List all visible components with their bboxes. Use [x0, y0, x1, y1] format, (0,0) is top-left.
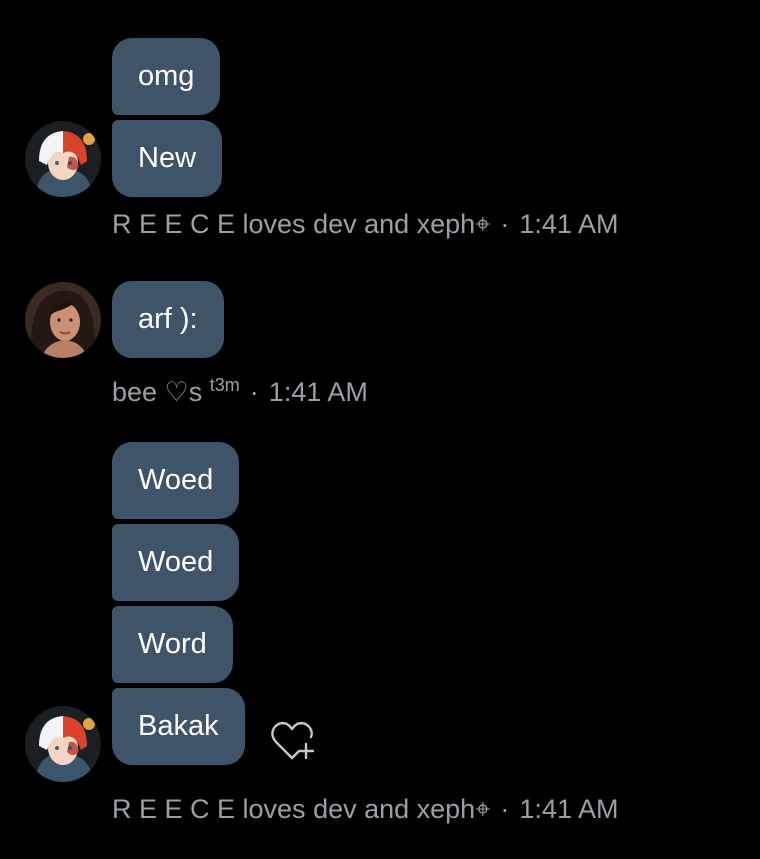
message-bubble[interactable]: Word [112, 606, 233, 683]
message-meta: R E E C E loves dev and xeph⌖ · 1:41 AM [112, 793, 618, 825]
timestamp: 1:41 AM [519, 794, 619, 824]
message-meta: bee ♡s t3m · 1:41 AM [112, 369, 368, 408]
sender-avatar-reece[interactable] [25, 706, 101, 782]
sender-tag: t3m [209, 375, 240, 395]
message-bubble[interactable]: New [112, 120, 223, 197]
heart-plus-icon [271, 721, 315, 760]
message-bubble[interactable]: Woed [112, 442, 240, 519]
timestamp: 1:41 AM [268, 377, 368, 407]
add-reaction-button[interactable] [268, 718, 318, 764]
sender-name[interactable]: R E E C E loves dev and xeph⌖ [112, 794, 490, 824]
sender-name[interactable]: bee ♡s [112, 377, 202, 407]
separator: · [249, 377, 259, 407]
message-bubble[interactable]: Woed [112, 524, 240, 601]
sender-name[interactable]: R E E C E loves dev and xeph⌖ [112, 209, 490, 239]
timestamp: 1:41 AM [519, 209, 619, 239]
message-meta: R E E C E loves dev and xeph⌖ · 1:41 AM [112, 208, 618, 240]
separator: · [500, 794, 510, 824]
sender-avatar-reece[interactable] [25, 121, 101, 197]
anime-character-avatar-icon [25, 706, 101, 782]
message-bubble[interactable]: Bakak [112, 688, 245, 765]
sender-avatar-bee[interactable] [25, 282, 101, 358]
message-bubble[interactable]: arf ): [112, 281, 224, 358]
anime-character-avatar-icon [25, 121, 101, 197]
message-bubble[interactable]: omg [112, 38, 221, 115]
user-photo-avatar-icon [25, 282, 101, 358]
separator: · [500, 209, 510, 239]
